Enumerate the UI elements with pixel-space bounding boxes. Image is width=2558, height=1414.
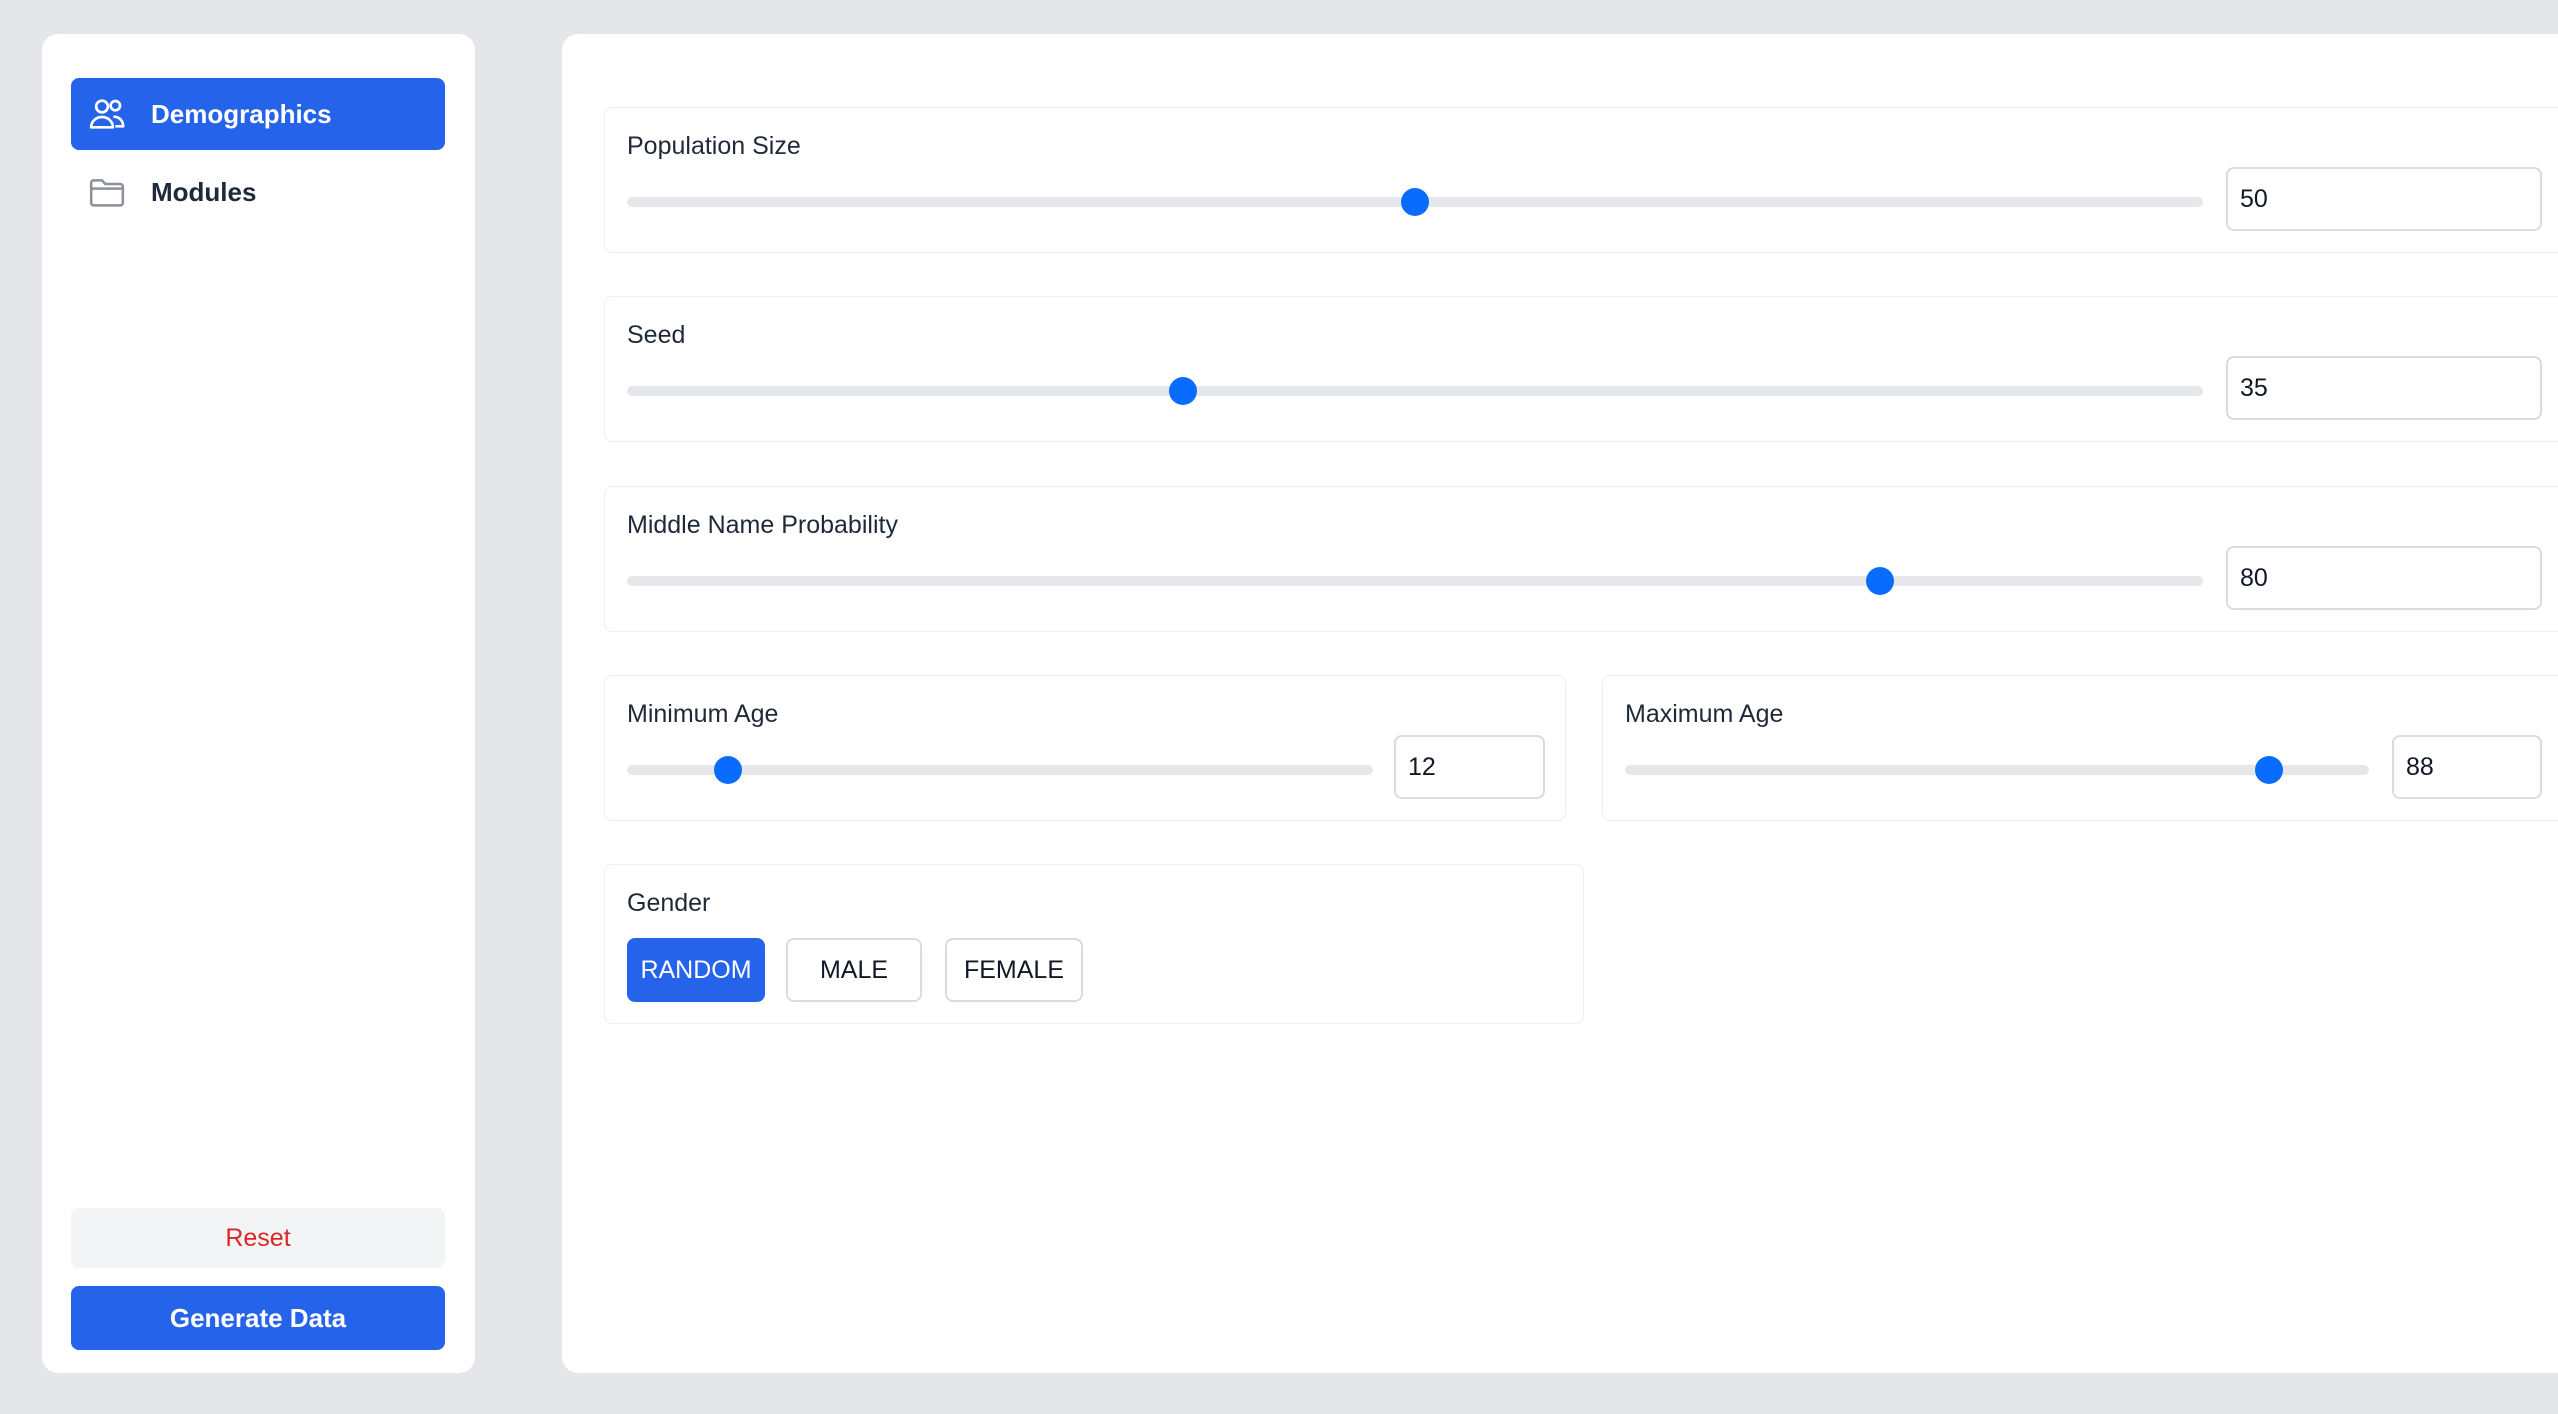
minimum-age-card: Minimum Age 12 [604, 675, 1566, 821]
middle-name-probability-slider[interactable] [627, 567, 2203, 595]
sidebar-item-label: Modules [151, 176, 257, 207]
minimum-age-input[interactable]: 12 [1394, 735, 1545, 799]
gender-random-button[interactable]: RANDOM [627, 938, 765, 1002]
middle-name-probability-card: Middle Name Probability 80 [604, 486, 2558, 632]
sidebar: Demographics Modules Reset Generate Data [42, 34, 475, 1373]
sidebar-item-demographics[interactable]: Demographics [71, 78, 445, 150]
maximum-age-label: Maximum Age [1625, 700, 1784, 728]
seed-card: Seed 35 [604, 296, 2558, 442]
gender-male-button[interactable]: MALE [786, 938, 922, 1002]
generate-data-button[interactable]: Generate Data [71, 1286, 445, 1350]
seed-slider[interactable] [627, 377, 2203, 405]
middle-name-probability-slider-thumb[interactable] [1865, 567, 1894, 595]
maximum-age-card: Maximum Age 88 [1602, 675, 2558, 821]
population-size-label: Population Size [627, 132, 801, 160]
sidebar-item-label: Demographics [151, 98, 332, 129]
seed-slider-thumb[interactable] [1169, 377, 1198, 405]
middle-name-probability-input[interactable]: 80 [2226, 546, 2542, 610]
minimum-age-slider[interactable] [627, 756, 1373, 784]
population-size-slider[interactable] [627, 188, 2203, 216]
maximum-age-slider[interactable] [1625, 756, 2369, 784]
gender-female-button[interactable]: FEMALE [945, 938, 1083, 1002]
main-panel: Population Size 50 Seed 35 Middle Name P… [562, 34, 2558, 1373]
gender-card: Gender RANDOM MALE FEMALE [604, 864, 1584, 1024]
gender-label: Gender [627, 889, 711, 917]
seed-input[interactable]: 35 [2226, 356, 2542, 420]
sidebar-item-modules[interactable]: Modules [71, 156, 445, 228]
maximum-age-slider-thumb[interactable] [2254, 756, 2283, 784]
users-icon [85, 92, 129, 136]
folder-icon [85, 170, 129, 214]
maximum-age-input[interactable]: 88 [2392, 735, 2542, 799]
minimum-age-slider-thumb[interactable] [713, 756, 742, 784]
reset-button[interactable]: Reset [71, 1208, 445, 1268]
seed-label: Seed [627, 321, 686, 349]
population-size-slider-thumb[interactable] [1401, 188, 1429, 216]
minimum-age-label: Minimum Age [627, 700, 779, 728]
middle-name-probability-label: Middle Name Probability [627, 511, 898, 539]
population-size-card: Population Size 50 [604, 107, 2558, 253]
population-size-input[interactable]: 50 [2226, 167, 2542, 231]
